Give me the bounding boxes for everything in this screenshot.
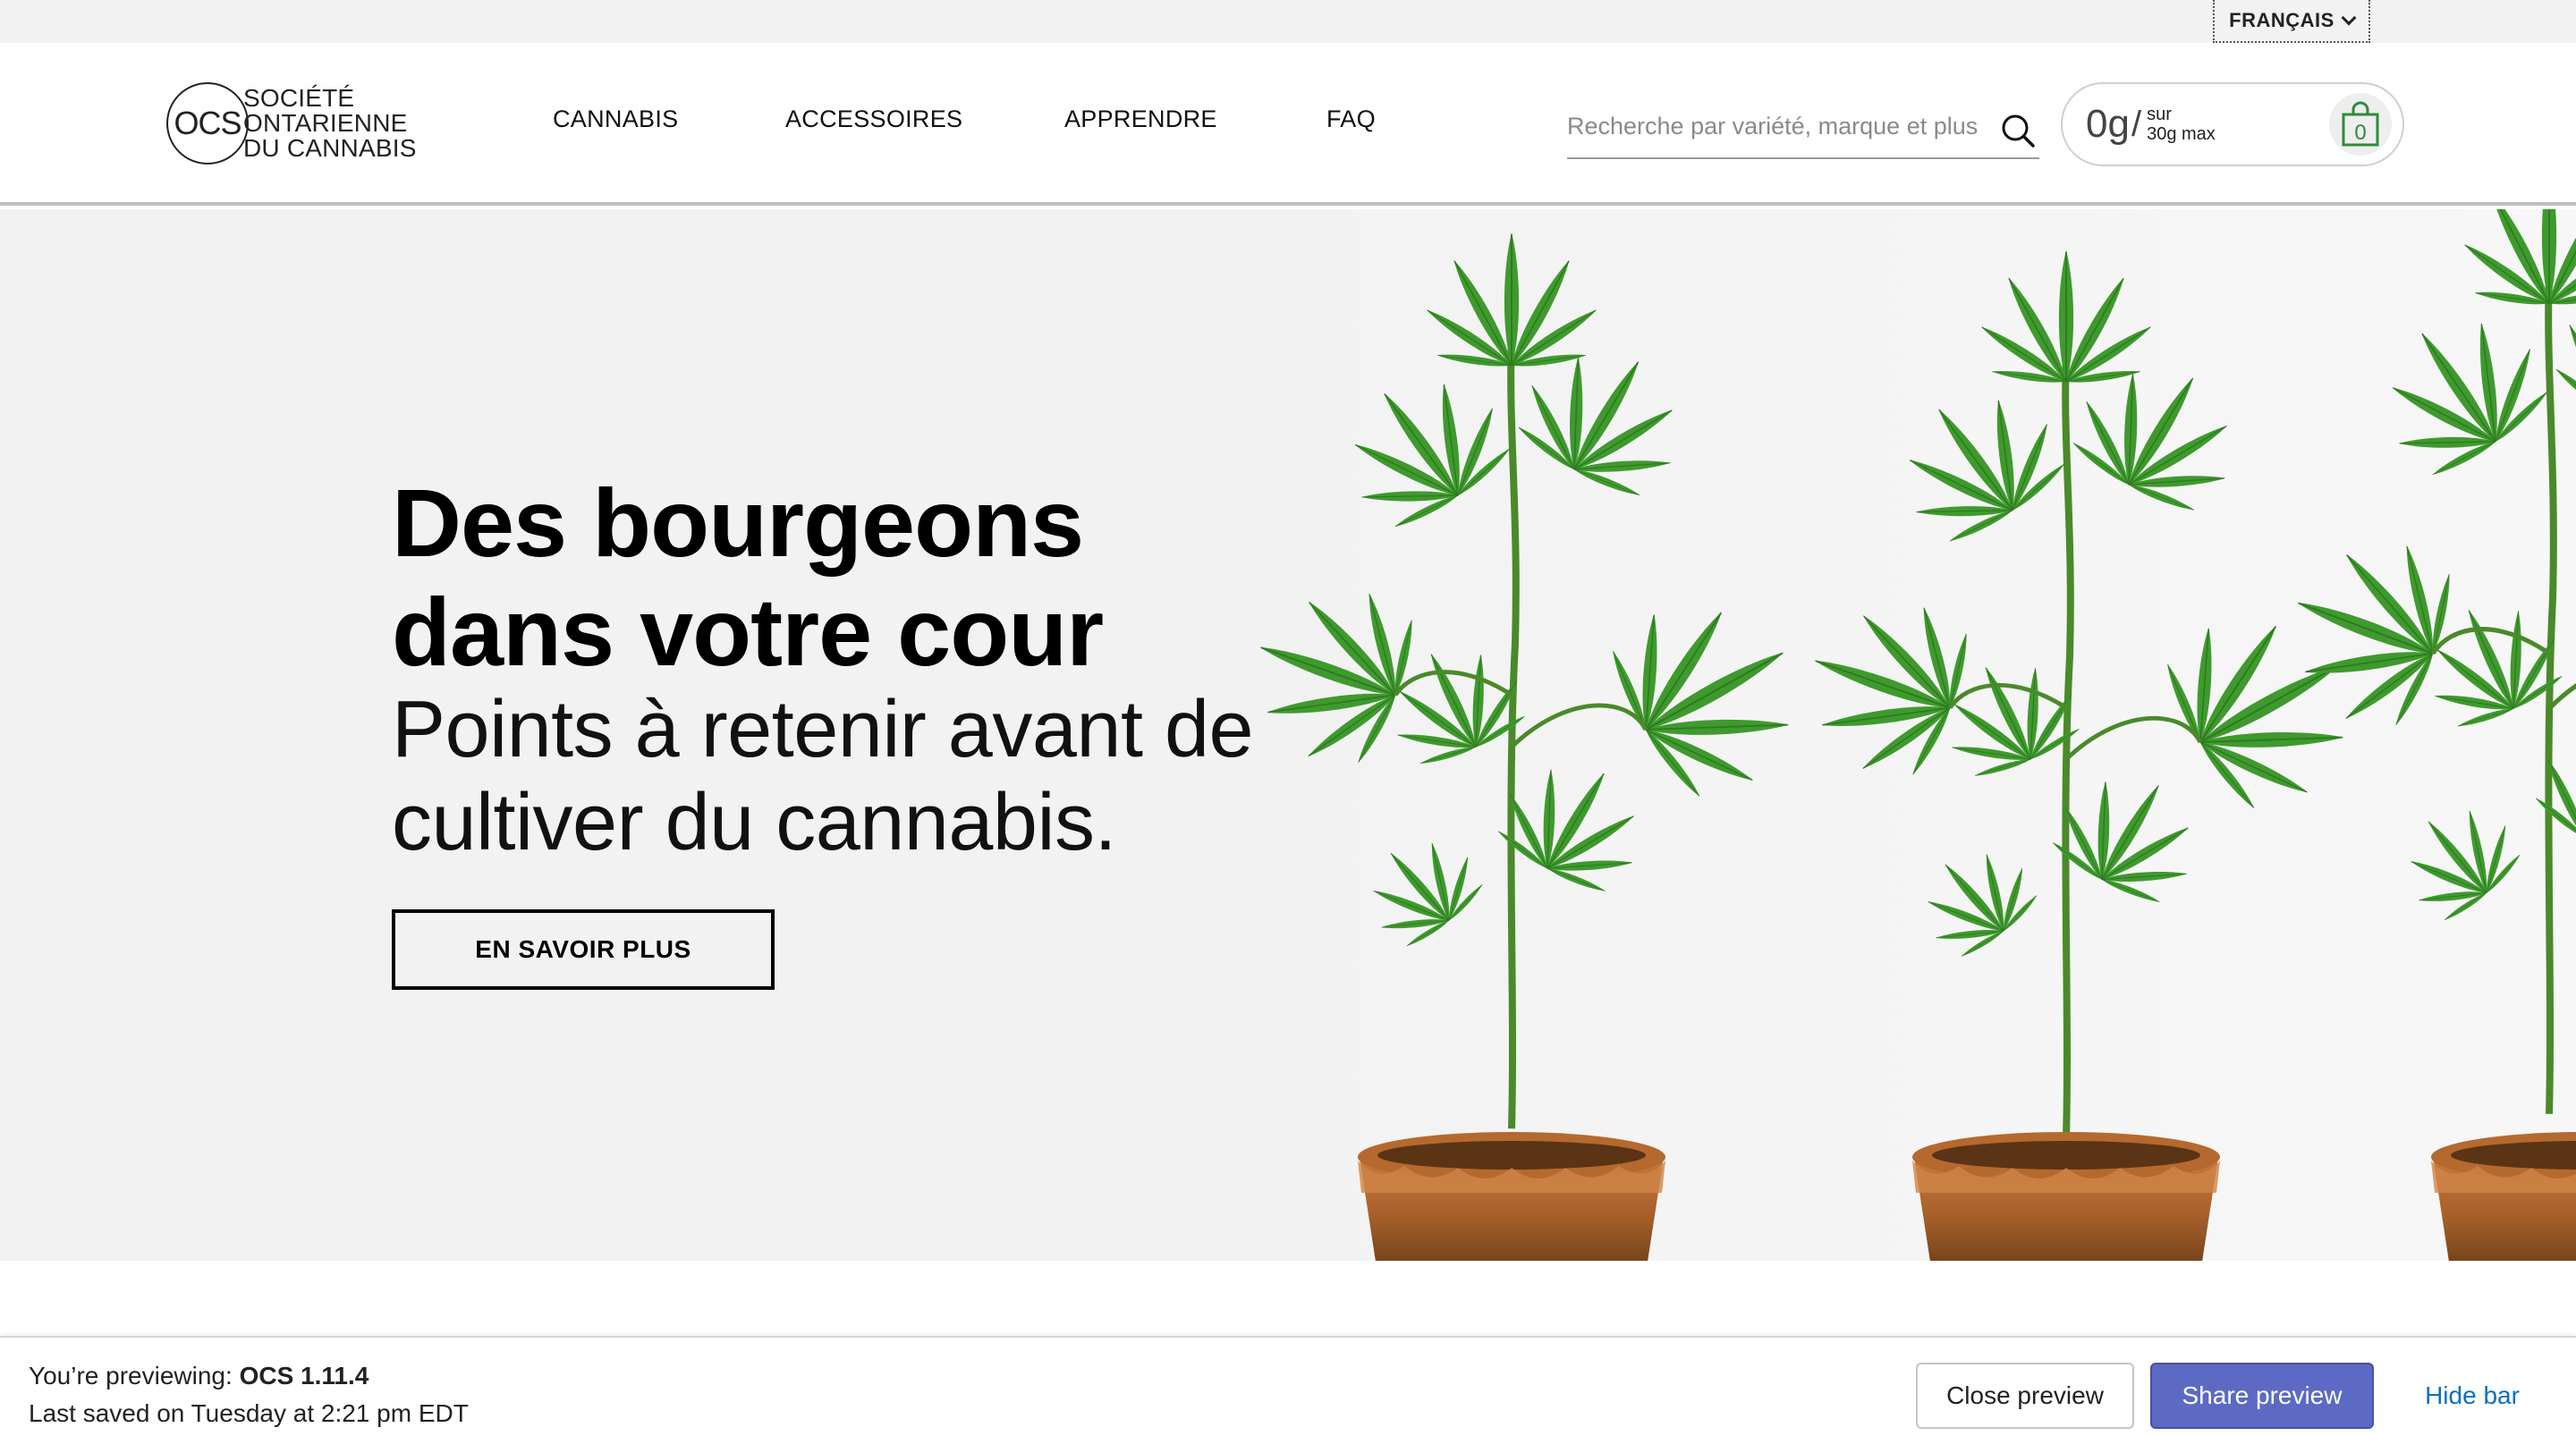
close-preview-button[interactable]: Close preview bbox=[1916, 1363, 2134, 1429]
logo-line-2: ONTARIENNE bbox=[243, 109, 408, 137]
preview-theme-line: You’re previewing: OCS 1.11.4 bbox=[29, 1357, 469, 1395]
cart-button[interactable]: 0g / sur 30g max 0 bbox=[2061, 82, 2404, 166]
hero-subtitle-line-2: cultiver du cannabis. bbox=[392, 778, 1116, 867]
cart-amount: 0g bbox=[2086, 102, 2130, 146]
hero-subtitle-line-1: Points à retenir avant de bbox=[392, 685, 1254, 774]
hero-title-line-2: dans votre cour bbox=[392, 578, 1104, 686]
search-icon[interactable] bbox=[2000, 113, 2036, 148]
last-saved-text: Last saved on Tuesday at 2:21 pm EDT bbox=[29, 1399, 469, 1427]
logo-mark: OCS bbox=[166, 82, 249, 165]
cart-limit-line-2: 30g max bbox=[2147, 124, 2216, 144]
logo-line-1: SOCIÉTÉ bbox=[243, 84, 355, 112]
chevron-down-icon bbox=[2341, 10, 2357, 26]
search-input[interactable] bbox=[1567, 112, 1987, 140]
nav-item-faq[interactable]: FAQ bbox=[1326, 106, 1376, 133]
nav-item-accessoires[interactable]: ACCESSOIRES bbox=[785, 106, 962, 133]
site-header: OCS SOCIÉTÉ ONTARIENNE DU CANNABIS CANNA… bbox=[0, 43, 2576, 206]
share-preview-button[interactable]: Share preview bbox=[2150, 1363, 2374, 1429]
logo-wordmark: SOCIÉTÉ ONTARIENNE DU CANNABIS bbox=[243, 86, 417, 161]
hero-title-line-1: Des bourgeons bbox=[392, 469, 1084, 577]
nav-item-apprendre[interactable]: APPRENDRE bbox=[1064, 106, 1217, 133]
hero-banner: Des bourgeons dans votre cour Points à r… bbox=[0, 209, 2576, 1261]
theme-name: OCS 1.11.4 bbox=[239, 1362, 369, 1390]
logo[interactable]: OCS SOCIÉTÉ ONTARIENNE DU CANNABIS bbox=[166, 80, 417, 166]
hide-bar-button[interactable]: Hide bar bbox=[2394, 1363, 2551, 1429]
language-label: FRANÇAIS bbox=[2229, 9, 2334, 31]
cart-limit-line-1: sur bbox=[2147, 105, 2172, 124]
cart-limit: sur 30g max bbox=[2147, 105, 2216, 144]
logo-mark-text: OCS bbox=[174, 105, 242, 141]
language-selector[interactable]: FRANÇAIS bbox=[2213, 0, 2370, 43]
hero-subtitle: Points à retenir avant de cultiver du ca… bbox=[392, 683, 1254, 869]
hero-title: Des bourgeons dans votre cour bbox=[392, 469, 1104, 687]
cart-count: 0 bbox=[2354, 121, 2366, 145]
utility-bar: FRANÇAIS bbox=[0, 0, 2576, 43]
cannabis-plants-image bbox=[1190, 209, 2576, 1261]
search-bar bbox=[1567, 95, 2039, 159]
cart-slash: / bbox=[2131, 104, 2142, 144]
learn-more-button[interactable]: EN SAVOIR PLUS bbox=[392, 909, 775, 990]
preview-info: You’re previewing: OCS 1.11.4 Last saved… bbox=[29, 1357, 469, 1432]
nav-item-cannabis[interactable]: CANNABIS bbox=[553, 106, 678, 133]
theme-preview-bar: You’re previewing: OCS 1.11.4 Last saved… bbox=[0, 1336, 2576, 1436]
shopping-bag-icon: 0 bbox=[2329, 93, 2392, 156]
preview-prefix: You’re previewing: bbox=[29, 1362, 240, 1390]
logo-line-3: DU CANNABIS bbox=[243, 134, 417, 162]
